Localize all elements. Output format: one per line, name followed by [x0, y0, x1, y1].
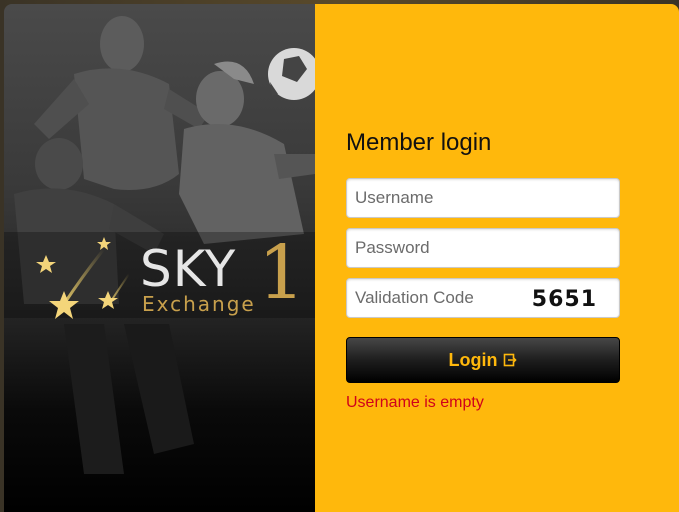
login-card: SKY 1 Exchange Member login 5651 Login: [4, 4, 679, 512]
logo-sky-text: SKY: [140, 240, 237, 298]
hero-panel: SKY 1 Exchange: [4, 4, 315, 512]
username-field: [346, 178, 620, 218]
login-panel: Member login 5651 Login: [315, 4, 679, 512]
validation-code-field: 5651: [346, 278, 620, 318]
page-title: Member login: [346, 129, 492, 156]
captcha-code[interactable]: 5651: [532, 287, 597, 312]
username-input[interactable]: [347, 179, 619, 217]
logout-arrow-icon: [503, 353, 518, 367]
validation-code-input[interactable]: [347, 279, 517, 317]
password-input[interactable]: [347, 229, 619, 267]
login-button-label: Login: [448, 349, 498, 370]
error-message: Username is empty: [346, 394, 484, 411]
logo-exchange-text: Exchange: [142, 292, 256, 316]
brand-logo: SKY 1 Exchange: [34, 232, 314, 322]
login-button[interactable]: Login: [346, 337, 620, 383]
logo-number-text: 1: [258, 230, 306, 316]
password-field: [346, 228, 620, 268]
page-frame: SKY 1 Exchange Member login 5651 Login: [0, 0, 679, 512]
